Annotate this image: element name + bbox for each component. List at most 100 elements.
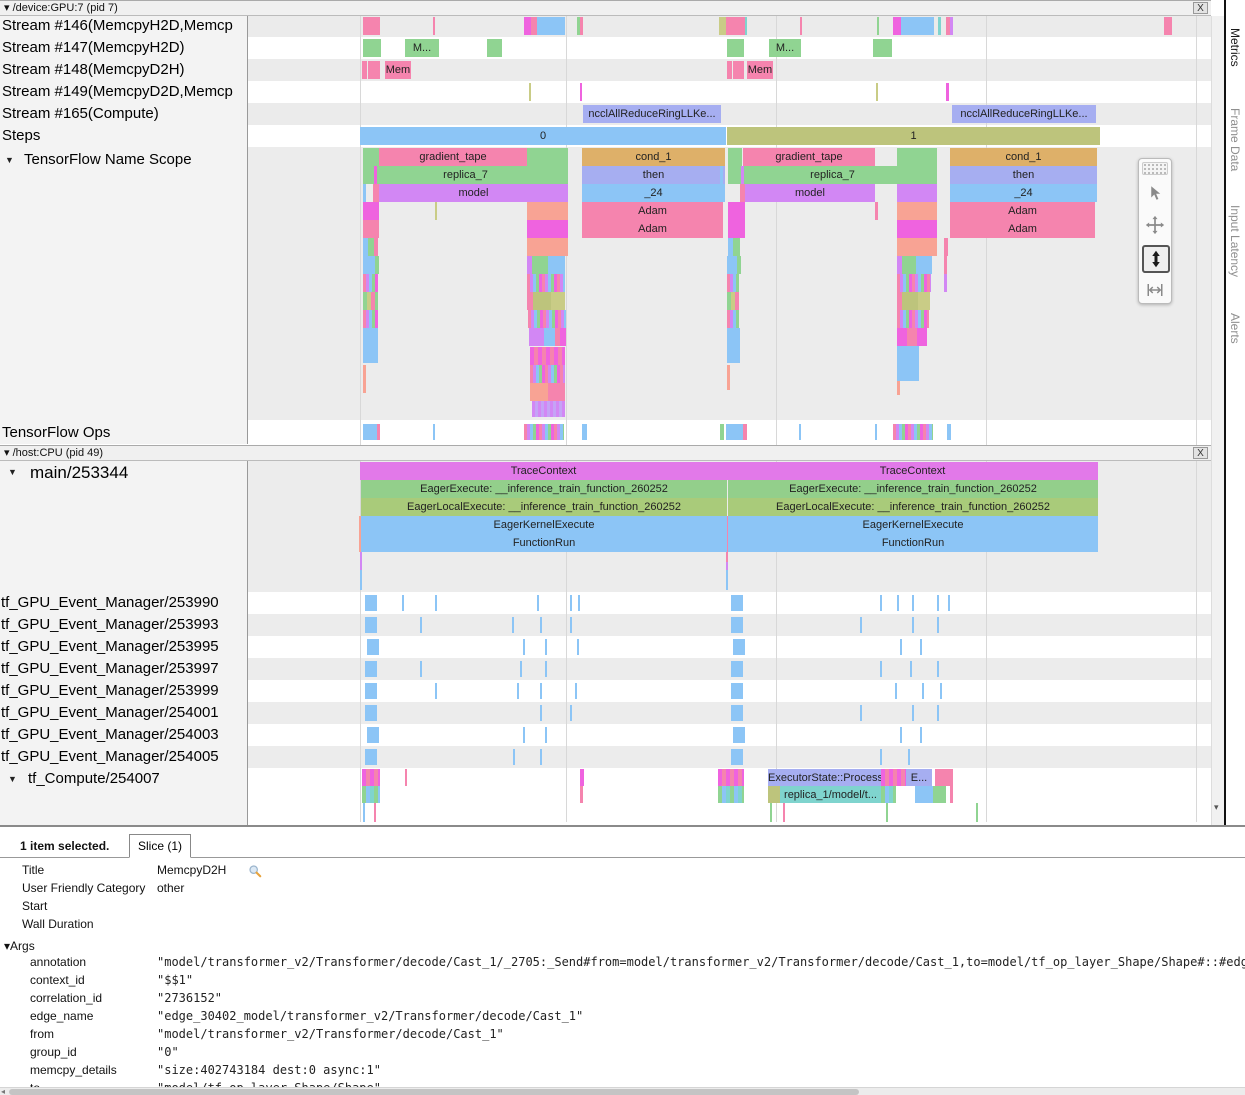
trace-slice[interactable] (897, 595, 899, 611)
trace-slice[interactable] (799, 424, 801, 440)
trace-slice[interactable] (367, 639, 379, 655)
trace-slice[interactable] (881, 786, 896, 803)
trace-slice[interactable]: cond_1 (582, 148, 725, 166)
trace-slice[interactable] (933, 786, 946, 803)
args-section-header[interactable]: ▾Args (4, 939, 35, 953)
trace-slice[interactable] (527, 274, 565, 292)
trace-slice[interactable]: TraceContext (360, 462, 727, 480)
trace-slice[interactable] (365, 683, 377, 699)
trace-slice[interactable] (532, 256, 548, 274)
trace-slice[interactable] (731, 749, 743, 765)
trace-slice[interactable] (363, 328, 378, 363)
trace-slice[interactable] (523, 727, 525, 743)
trace-slice[interactable]: ncclAllReduceRingLLKe... (952, 105, 1096, 123)
trace-slice[interactable] (731, 683, 743, 699)
trace-slice[interactable] (365, 617, 377, 633)
trace-slice[interactable] (901, 17, 934, 35)
trace-slice[interactable] (737, 256, 741, 274)
trace-slice[interactable] (527, 220, 568, 238)
trace-slice[interactable] (377, 424, 380, 440)
trace-slice[interactable] (719, 17, 726, 35)
trace-slice[interactable] (540, 705, 542, 721)
trace-slice[interactable] (570, 595, 572, 611)
trace-slice[interactable] (363, 202, 379, 220)
trace-slice[interactable] (944, 274, 947, 292)
trace-slice[interactable] (360, 570, 362, 590)
trace-slice[interactable] (770, 803, 772, 822)
trace-slice[interactable] (743, 424, 747, 440)
trace-slice[interactable] (363, 310, 378, 328)
trace-slice[interactable]: EagerLocalExecute: __inference_train_fun… (728, 498, 1098, 516)
trace-slice[interactable]: model (379, 184, 568, 202)
trace-slice[interactable]: M... (405, 39, 439, 57)
trace-slice[interactable] (902, 292, 918, 310)
trace-slice[interactable]: then (582, 166, 725, 184)
trace-slice[interactable] (727, 310, 739, 328)
trace-slice[interactable] (733, 639, 745, 655)
toolbar-drag-handle[interactable] (1142, 162, 1168, 175)
trace-slice[interactable] (783, 803, 785, 822)
trace-slice[interactable] (902, 256, 916, 274)
trace-slice[interactable]: EagerKernelExecute (728, 516, 1098, 534)
trace-slice[interactable] (570, 705, 572, 721)
trace-slice[interactable] (368, 61, 380, 79)
trace-slice[interactable]: replica_1/model/t... (780, 786, 881, 803)
trace-slice[interactable] (877, 17, 879, 35)
trace-slice[interactable] (528, 310, 566, 328)
trace-slice[interactable] (435, 202, 437, 220)
cpu-process-header[interactable]: ▾ /host:CPU (pid 49) X (0, 445, 1211, 461)
trace-slice[interactable]: _24 (582, 184, 725, 202)
trace-slice[interactable] (548, 256, 565, 274)
trace-slice[interactable] (532, 401, 565, 417)
trace-slice[interactable]: Adam (950, 202, 1095, 220)
row-label[interactable]: main/253344 (30, 463, 128, 483)
trace-slice[interactable]: FunctionRun (728, 534, 1098, 552)
trace-slice[interactable]: replica_7 (728, 166, 937, 184)
gpu-close-button[interactable]: X (1193, 2, 1208, 14)
trace-slice[interactable] (517, 683, 519, 699)
trace-slice[interactable] (433, 424, 435, 440)
trace-slice[interactable] (922, 683, 924, 699)
trace-slice[interactable] (880, 661, 882, 677)
trace-slice[interactable] (540, 617, 542, 633)
trace-slice[interactable]: model (745, 184, 875, 202)
trace-slice[interactable]: cond_1 (950, 148, 1097, 166)
trace-slice[interactable] (365, 661, 377, 677)
vertical-scrollbar[interactable]: ▾ (1211, 16, 1224, 825)
trace-slice[interactable] (946, 83, 949, 101)
trace-slice[interactable] (363, 424, 377, 440)
trace-slice[interactable] (897, 346, 919, 381)
trace-slice[interactable] (435, 595, 437, 611)
trace-slice[interactable] (947, 424, 951, 440)
trace-slice[interactable] (897, 310, 929, 328)
side-tab-metrics[interactable]: Metrics (1228, 28, 1242, 67)
trace-slice[interactable] (880, 595, 882, 611)
trace-slice[interactable] (527, 148, 568, 166)
trace-slice[interactable] (545, 661, 547, 677)
trace-slice[interactable] (420, 661, 422, 677)
trace-slice[interactable] (950, 17, 953, 35)
trace-slice[interactable] (920, 639, 922, 655)
trace-slice[interactable] (938, 17, 941, 35)
trace-slice[interactable] (918, 292, 930, 310)
trace-slice[interactable] (374, 166, 377, 184)
trace-slice[interactable] (540, 683, 542, 699)
trace-slice[interactable] (726, 562, 728, 570)
selection-tool-button[interactable] (1143, 181, 1167, 205)
trace-slice[interactable] (733, 61, 744, 79)
trace-slice[interactable] (741, 166, 744, 184)
gpu-process-header[interactable]: ▾ /device:GPU:7 (pid 7) X (0, 0, 1211, 16)
trace-slice[interactable] (362, 61, 367, 79)
trace-slice[interactable]: Mem (747, 61, 773, 79)
trace-slice[interactable] (533, 292, 551, 310)
side-tab-frame-data[interactable]: Frame Data (1228, 108, 1242, 171)
trace-slice[interactable] (944, 238, 948, 256)
trace-slice[interactable] (875, 202, 878, 220)
trace-slice[interactable] (365, 705, 377, 721)
trace-slice[interactable] (733, 727, 745, 743)
trace-slice[interactable] (873, 39, 892, 57)
horizontal-scroll-thumb[interactable] (9, 1089, 859, 1095)
trace-slice[interactable] (363, 365, 366, 393)
trace-slice[interactable] (745, 17, 747, 35)
trace-slice[interactable] (948, 595, 950, 611)
